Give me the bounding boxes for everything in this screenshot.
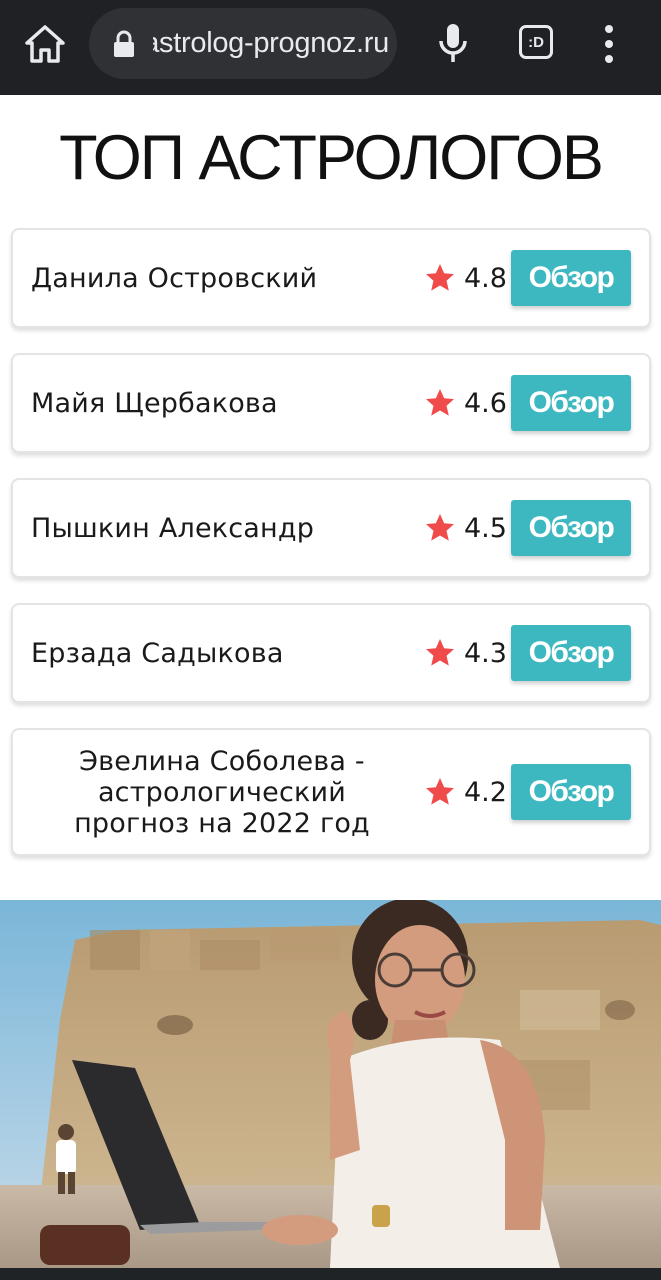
star-icon — [426, 639, 454, 666]
astrologer-card: Майя Щербакова 4.6 Обзор — [11, 353, 651, 453]
browser-toolbar: astrolog-prognoz.ru :D — [0, 0, 661, 95]
tab-switcher-button[interactable]: :D — [519, 25, 553, 59]
page-title: ТОП АСТРОЛОГОВ — [59, 123, 604, 193]
more-vert-icon[interactable] — [602, 24, 616, 64]
address-bar[interactable]: astrolog-prognoz.ru — [89, 8, 397, 79]
astrologer-card: Пышкин Александр 4.5 Обзор — [11, 478, 651, 578]
url-text: astrolog-prognoz.ru — [153, 27, 389, 59]
rating-value: 4.8 — [464, 262, 507, 294]
home-icon[interactable] — [24, 24, 66, 64]
astrologer-name: Пышкин Александр — [31, 512, 315, 544]
star-icon — [426, 389, 454, 416]
astrologer-name: Ерзада Садыкова — [31, 637, 284, 669]
astrologer-card: Эвелина Соболева - астрологический прогн… — [11, 728, 651, 856]
review-button[interactable]: Обзор — [511, 250, 631, 306]
astrologer-card: Данила Островский 4.8 Обзор — [11, 228, 651, 328]
lock-icon — [114, 30, 134, 57]
star-icon — [426, 514, 454, 541]
star-icon — [426, 778, 454, 805]
astrologer-name: Данила Островский — [31, 262, 318, 294]
review-button[interactable]: Обзор — [511, 375, 631, 431]
rating: 4.5 — [424, 480, 507, 576]
bottom-bar — [0, 1268, 661, 1280]
microphone-icon[interactable] — [436, 22, 470, 64]
rating: 4.2 — [424, 730, 507, 854]
photo-illustration — [0, 900, 661, 1268]
astrologer-name: Эвелина Соболева - астрологический прогн… — [74, 745, 370, 839]
review-button[interactable]: Обзор — [511, 764, 631, 820]
rating-value: 4.3 — [464, 637, 507, 669]
rating: 4.3 — [424, 605, 507, 701]
rating-value: 4.6 — [464, 387, 507, 419]
star-icon — [426, 264, 454, 291]
rating: 4.6 — [424, 355, 507, 451]
review-button[interactable]: Обзор — [511, 625, 631, 681]
review-button[interactable]: Обзор — [511, 500, 631, 556]
rating-value: 4.2 — [464, 776, 507, 808]
astrologer-name: Майя Щербакова — [31, 387, 278, 419]
astrologer-card: Ерзада Садыкова 4.3 Обзор — [11, 603, 651, 703]
rating: 4.8 — [424, 230, 507, 326]
hero-photo — [0, 900, 661, 1268]
rating-value: 4.5 — [464, 512, 507, 544]
